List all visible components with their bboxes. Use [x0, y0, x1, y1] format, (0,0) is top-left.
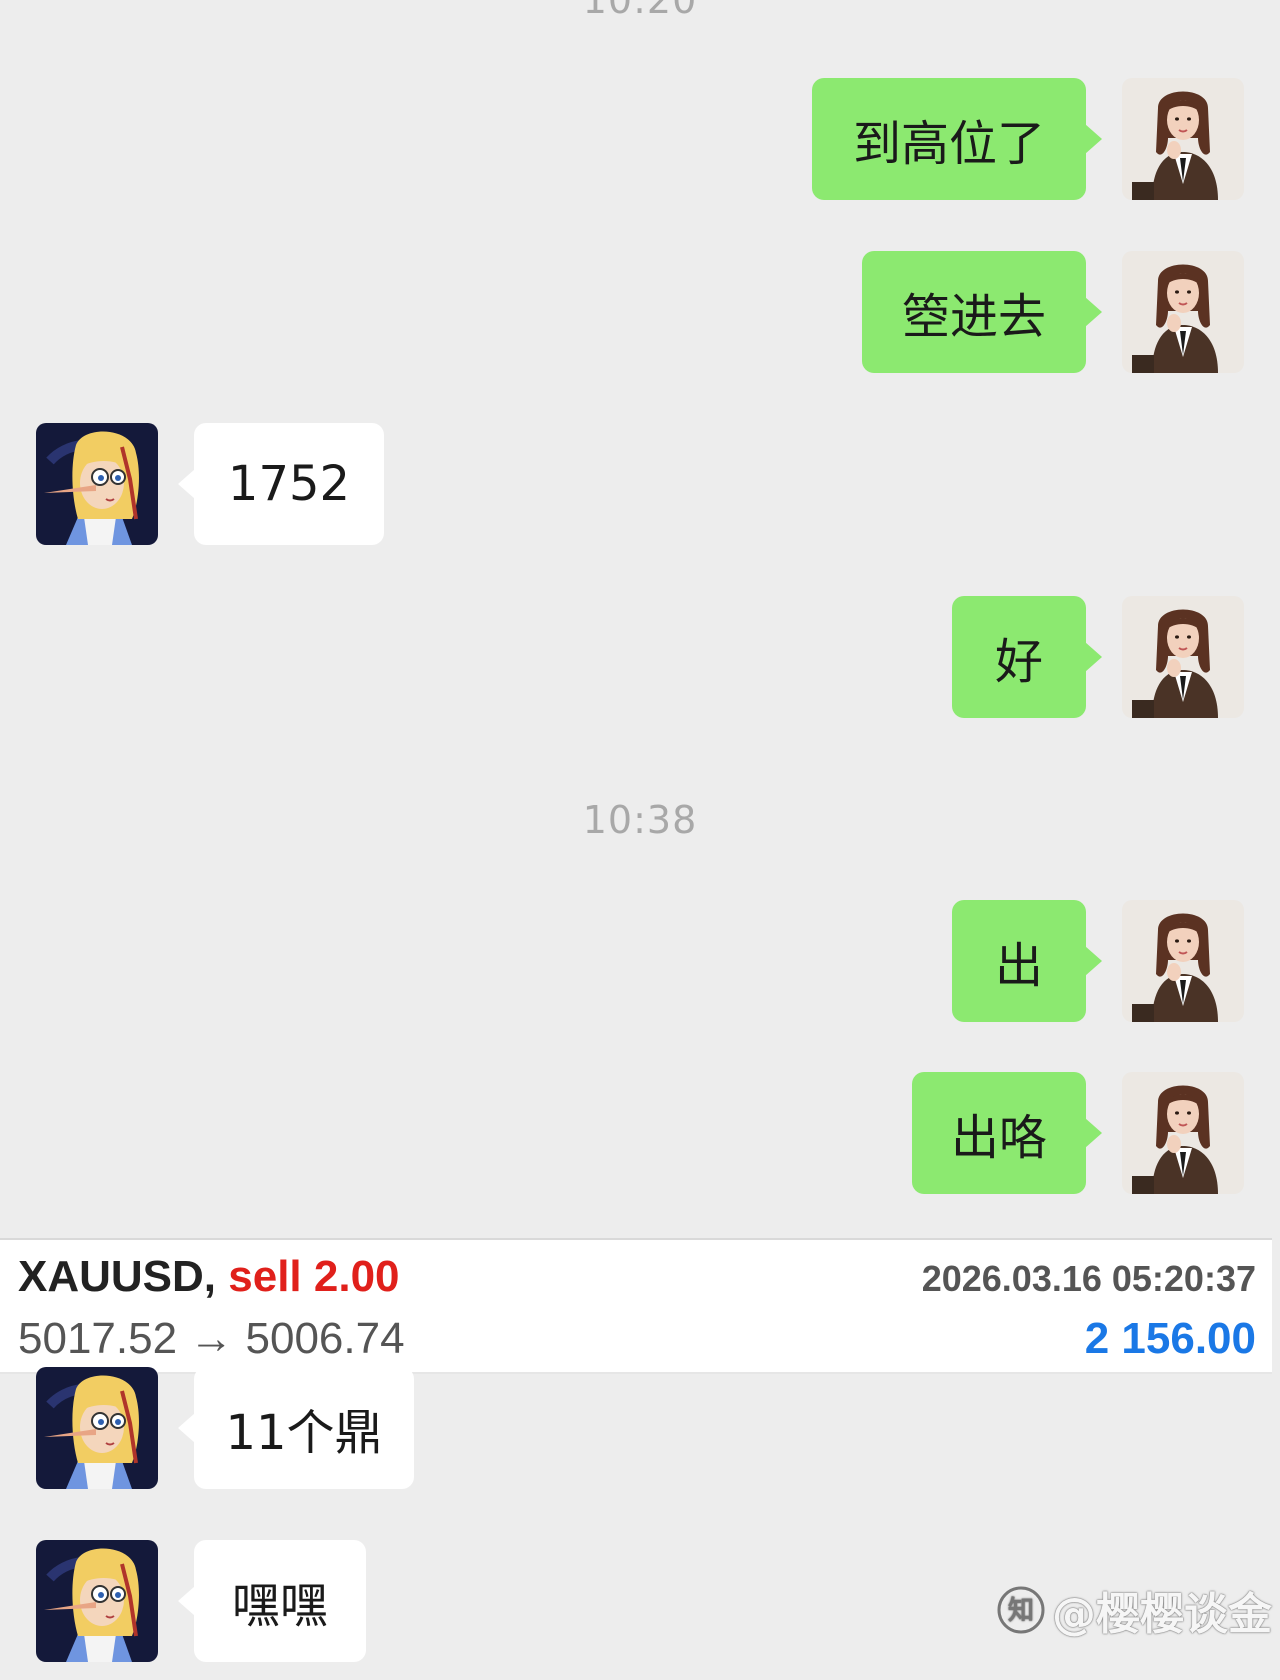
user-avatar-self[interactable] — [1122, 900, 1244, 1022]
message-text: 嘿嘿 — [231, 1578, 328, 1634]
svg-text:知: 知 — [1008, 1596, 1034, 1626]
trade-action: sell 2.00 — [228, 1252, 400, 1301]
message-text: 1752 — [227, 456, 351, 512]
message-bubble-self[interactable]: 出 — [952, 900, 1102, 1022]
trade-record-card: XAUUSD, sell 2.00 2026.03.16 05:20:37 50… — [0, 1238, 1272, 1374]
message-text: 到高位了 — [852, 116, 1045, 172]
zhihu-logo-icon: 知 — [997, 1586, 1045, 1634]
user-avatar-self[interactable] — [1122, 78, 1244, 200]
message-text: 箜进去 — [901, 289, 1046, 345]
message-bubble-other[interactable]: 1752 — [178, 423, 384, 545]
user-avatar-other[interactable] — [36, 1367, 158, 1489]
timestamp: 10:20 — [582, 0, 698, 22]
message-bubble-self[interactable]: 出咯 — [912, 1072, 1102, 1194]
message-bubble-self[interactable]: 到高位了 — [812, 78, 1102, 200]
user-avatar-other[interactable] — [36, 1540, 158, 1662]
message-bubble-other[interactable]: 嘿嘿 — [178, 1540, 366, 1662]
message-bubble-self[interactable]: 好 — [952, 596, 1102, 718]
message-bubble-other[interactable]: 11个鼎 — [178, 1367, 414, 1489]
message-text: 出咯 — [950, 1110, 1047, 1166]
trade-datetime: 2026.03.16 05:20:37 — [921, 1258, 1256, 1299]
timestamp: 10:38 — [582, 798, 698, 842]
trade-symbol-line: XAUUSD, sell 2.00 — [18, 1252, 400, 1302]
watermark-handle: @樱樱谈金 — [1052, 1589, 1272, 1640]
message-text: 出 — [994, 938, 1043, 994]
trade-prices: 5017.52 → 5006.74 — [18, 1314, 405, 1363]
user-avatar-self[interactable] — [1122, 596, 1244, 718]
message-text: 好 — [994, 634, 1043, 690]
trade-profit: 2 156.00 — [1084, 1314, 1256, 1363]
message-text: 11个鼎 — [225, 1405, 383, 1461]
user-avatar-other[interactable] — [36, 423, 158, 545]
message-bubble-self[interactable]: 箜进去 — [862, 251, 1102, 373]
chat-screen: 10:20 到高位了 箜进去 1752 好 10:38 出 出咯 XAUUSD,… — [0, 0, 1280, 1680]
watermark: 知 @樱樱谈金 — [996, 1580, 1272, 1640]
trade-symbol: XAUUSD, — [18, 1252, 217, 1301]
user-avatar-self[interactable] — [1122, 1072, 1244, 1194]
user-avatar-self[interactable] — [1122, 251, 1244, 373]
